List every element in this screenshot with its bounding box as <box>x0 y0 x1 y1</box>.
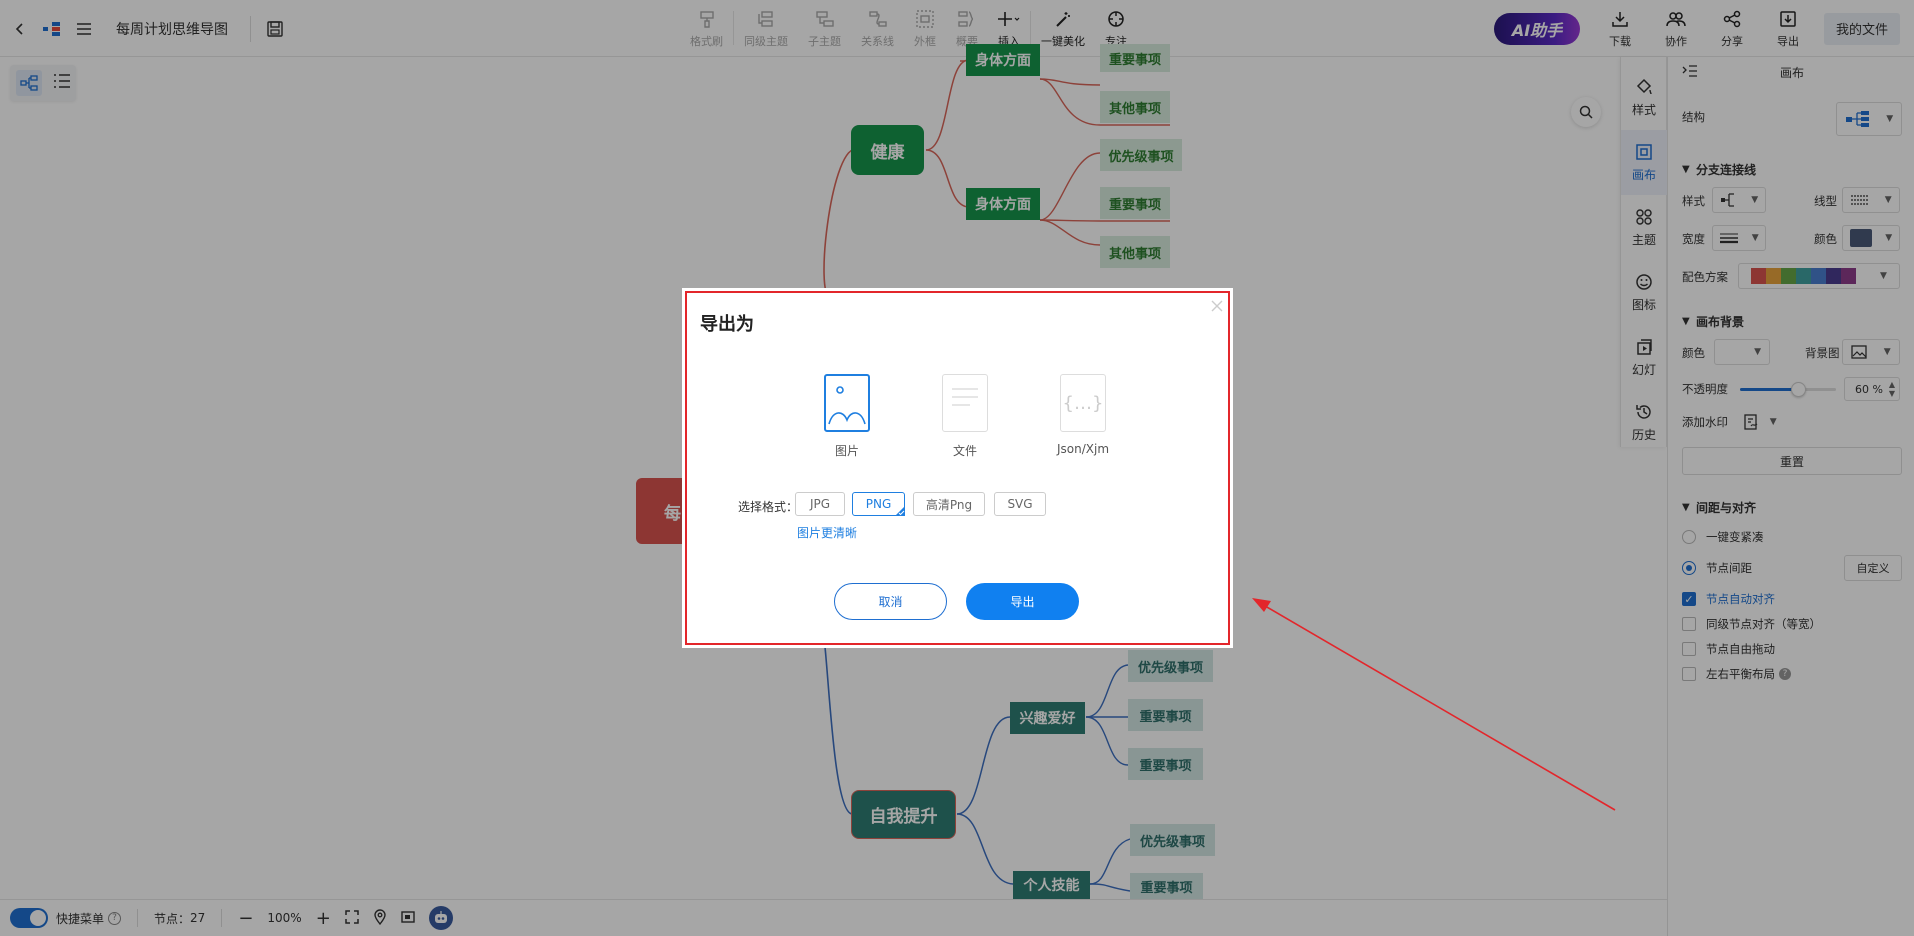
file-format-icon <box>942 374 988 432</box>
export-dialog: 导出为 图片 文件 {…} Json/Xjm 选择格式： JPG PNG 高清P… <box>682 288 1233 648</box>
format-hd-png-button[interactable]: 高清Png <box>913 492 985 516</box>
format-png-button[interactable]: PNG <box>852 492 905 516</box>
format-file-option[interactable]: 文件 <box>930 374 1000 459</box>
format-json-option[interactable]: {…} Json/Xjm <box>1048 374 1118 456</box>
dialog-title: 导出为 <box>700 314 754 335</box>
clearer-image-link[interactable]: 图片更清晰 <box>797 524 857 541</box>
format-label: 图片 <box>834 444 859 458</box>
format-svg-button[interactable]: SVG <box>994 492 1046 516</box>
format-label: Json/Xjm <box>1056 442 1110 456</box>
close-icon[interactable] <box>1211 296 1223 317</box>
format-png-label: PNG <box>865 497 892 511</box>
format-label: 文件 <box>952 444 977 458</box>
export-button[interactable]: 导出 <box>966 583 1079 620</box>
selected-check-icon <box>895 506 905 516</box>
select-format-label: 选择格式： <box>738 500 799 514</box>
json-format-icon: {…} <box>1060 374 1106 432</box>
highlight-frame <box>685 291 1230 645</box>
format-image-option[interactable]: 图片 <box>812 374 882 459</box>
format-jpg-button[interactable]: JPG <box>795 492 845 516</box>
cancel-button[interactable]: 取消 <box>834 583 947 620</box>
image-format-icon <box>824 374 870 432</box>
